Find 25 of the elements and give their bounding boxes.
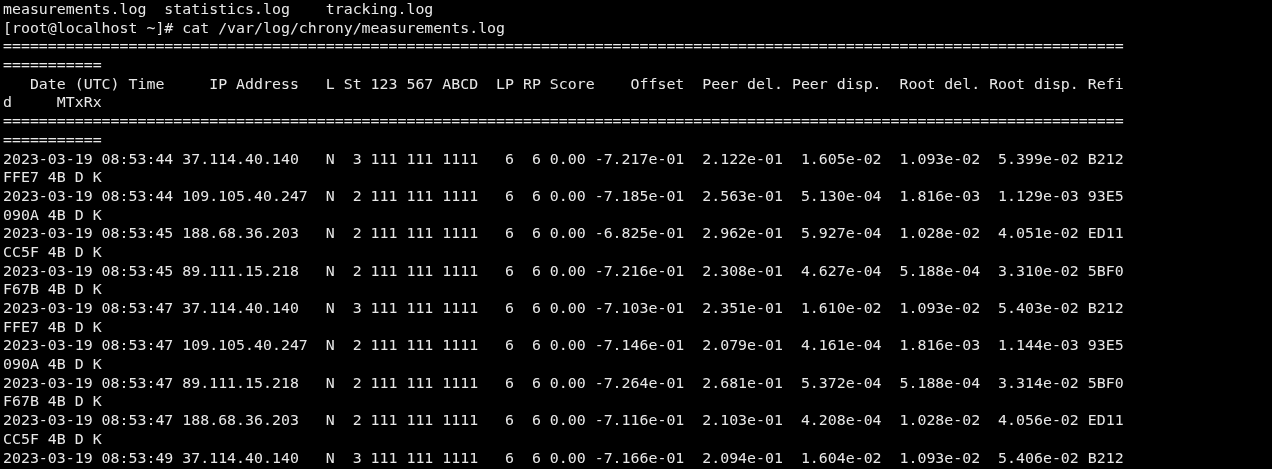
terminal-line: ============================================================================================================================= bbox=[3, 112, 1124, 131]
terminal-line: 090A 4B D K bbox=[3, 355, 102, 374]
terminal-line: 2023-03-19 08:53:47 188.68.36.203 N 2 111 111 1111 6 6 0.00 -7.116e-01 2.103e-01 4.208e-04 1.028e-02 4.056e-02 ED11 bbox=[3, 411, 1124, 430]
terminal-line: 2023-03-19 08:53:47 89.111.15.218 N 2 111 111 1111 6 6 0.00 -7.264e-01 2.681e-01 5.372e-04 5.188e-04 3.314e-02 5BF0 bbox=[3, 373, 1124, 393]
terminal-line: 2023-03-19 08:53:44 109.105.40.247 N 2 111 111 1111 6 6 0.00 -7.185e-01 2.563e-01 5.130e-04 1.816e-03 1.129e-03 93E5 bbox=[3, 186, 1124, 206]
terminal-line: Date (UTC) Time IP Address L St 123 567 ABCD LP RP Score Offset Peer del. Peer disp. Root del. Root disp. Refi bbox=[28, 74, 1124, 94]
terminal-line: measurements.log statistics.log tracking.log bbox=[3, 0, 434, 19]
terminal-line: ============================================================================================================================= bbox=[3, 37, 1124, 57]
terminal-line: d MTxRx bbox=[3, 93, 102, 113]
terminal-line: 2023-03-19 08:53:47 109.105.40.247 N 2 111 111 1111 6 6 0.00 -7.146e-01 2.079e-01 4.161e-04 1.816e-03 1.144e-03 93E5 bbox=[3, 336, 1124, 356]
terminal-line: [root@localhost ~]# cat /var/log/chrony/measurements.log bbox=[3, 18, 506, 38]
terminal-line: =========== bbox=[3, 130, 102, 150]
terminal-line: 2023-03-19 08:53:44 37.114.40.140 N 3 111 111 1111 6 6 0.00 -7.217e-01 2.122e-01 1.605e-02 1.093e-02 5.399e-02 B212 bbox=[3, 149, 1124, 169]
terminal-line: 2023-03-19 08:53:47 37.114.40.140 N 3 111 111 1111 6 6 0.00 -7.103e-01 2.351e-01 1.610e-02 1.093e-02 5.403e-02 B212 bbox=[3, 299, 1124, 318]
terminal-line: 090A 4B D K bbox=[3, 205, 102, 225]
terminal-line: 2023-03-19 08:53:45 188.68.36.203 N 2 111 111 1111 6 6 0.00 -6.825e-01 2.962e-01 5.927e-04 1.028e-02 4.051e-02 ED11 bbox=[3, 224, 1124, 243]
terminal-line: CC5F 4B D K bbox=[3, 429, 102, 449]
terminal-line: FFE7 4B D K bbox=[3, 317, 102, 337]
terminal-line: =========== bbox=[3, 56, 102, 75]
terminal-line: CC5F 4B D K bbox=[3, 242, 102, 262]
terminal-line: 2023-03-19 08:53:45 89.111.15.218 N 2 111 111 1111 6 6 0.00 -7.216e-01 2.308e-01 4.627e-04 5.188e-04 3.310e-02 5BF0 bbox=[3, 261, 1124, 281]
terminal-line: F67B 4B D K bbox=[3, 392, 102, 412]
terminal-line: FFE7 4B D K bbox=[3, 168, 102, 187]
terminal-line: 2023-03-19 08:53:49 37.114.40.140 N 3 111 111 1111 6 6 0.00 -7.166e-01 2.094e-01 1.604e-02 1.093e-02 5.406e-02 B212 bbox=[3, 448, 1124, 468]
terminal-line: F67B 4B D K bbox=[3, 280, 102, 299]
